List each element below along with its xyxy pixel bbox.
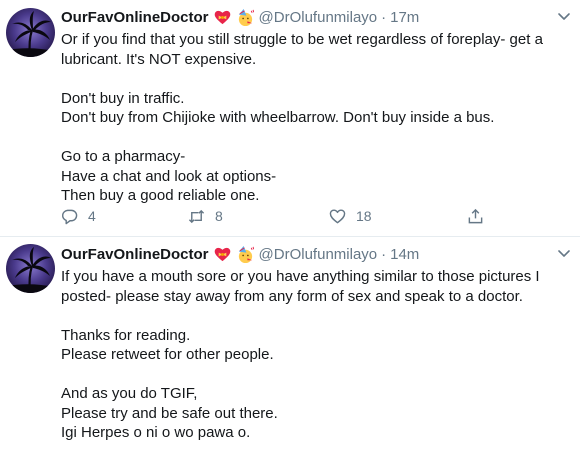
tweet-text: If you have a mouth sore or you have any…	[61, 267, 566, 443]
avatar[interactable]	[6, 8, 55, 57]
timestamp[interactable]: 14m	[390, 246, 419, 263]
tweet-header: OurFavOnlineDoctor @DrOlufunmilayo · 14m	[61, 244, 419, 264]
face-with-party-hat-emoji-icon	[236, 8, 255, 27]
tweet-line: Thanks for reading.	[61, 326, 191, 344]
user-handle[interactable]: @DrOlufunmilayo	[259, 246, 378, 263]
tweet-line: Please try and be safe out there.	[61, 404, 278, 422]
reply-count: 4	[88, 208, 96, 224]
tweet-line: Have a chat and look at options-	[61, 167, 277, 185]
separator-dot: ·	[381, 245, 387, 263]
tweet-line: Or if you find that you still struggle t…	[61, 31, 543, 48]
tweet[interactable]: OurFavOnlineDoctor @DrOlufunmilayo · 17m	[0, 0, 580, 237]
like-count: 18	[356, 208, 372, 224]
tweet-line: lubricant. It's NOT expensive.	[61, 50, 257, 68]
tweet-line: Igi Herpes o ni o wo pawa o.	[61, 424, 251, 441]
avatar[interactable]	[6, 244, 55, 293]
heart-icon	[329, 208, 346, 225]
tweet-line: posted- please stay away from any form o…	[61, 287, 523, 305]
timestamp[interactable]: 17m	[390, 9, 419, 26]
tweet-line: Don't buy in traffic.	[61, 89, 185, 107]
retweet-count: 8	[215, 208, 223, 224]
tweet-actions: 4 8 18	[61, 206, 501, 226]
display-name[interactable]: OurFavOnlineDoctor	[61, 246, 209, 263]
reply-button[interactable]: 4	[61, 206, 96, 226]
face-with-party-hat-emoji-icon	[236, 245, 255, 264]
heart-with-ribbon-emoji-icon	[213, 8, 232, 27]
tweet-line: If you have a mouth sore or you have any…	[61, 268, 540, 285]
tweet-line: And as you do TGIF,	[61, 385, 198, 402]
tweet-line: Then buy a good reliable one.	[61, 187, 260, 204]
reply-icon	[61, 208, 78, 225]
chevron-down-icon[interactable]	[556, 245, 572, 261]
tweet-line: Go to a pharmacy-	[61, 148, 186, 165]
share-button[interactable]	[467, 206, 484, 226]
tweet-line: Don't buy from Chijioke with wheelbarrow…	[61, 109, 495, 126]
chevron-down-icon[interactable]	[556, 8, 572, 24]
retweet-icon	[188, 208, 205, 225]
heart-with-ribbon-emoji-icon	[213, 245, 232, 264]
tweet[interactable]: OurFavOnlineDoctor @DrOlufunmilayo · 14m	[0, 237, 580, 449]
separator-dot: ·	[381, 8, 387, 26]
tweet-header: OurFavOnlineDoctor @DrOlufunmilayo · 17m	[61, 7, 419, 27]
display-name[interactable]: OurFavOnlineDoctor	[61, 9, 209, 26]
retweet-button[interactable]: 8	[188, 206, 223, 226]
user-handle[interactable]: @DrOlufunmilayo	[259, 9, 378, 26]
share-icon	[467, 208, 484, 225]
tweet-line: Please retweet for other people.	[61, 346, 274, 363]
like-button[interactable]: 18	[329, 206, 372, 226]
tweet-text: Or if you find that you still struggle t…	[61, 30, 566, 206]
